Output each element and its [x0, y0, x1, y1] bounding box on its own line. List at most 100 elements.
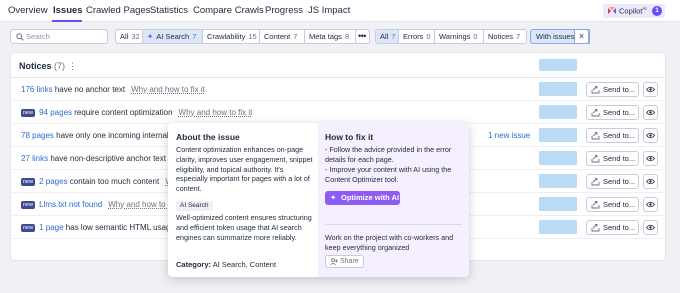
issue-text: has low semantic HTML usage: [65, 223, 175, 232]
send-arrow-icon: [591, 224, 600, 232]
fix-section: How to fix it - Follow the advice provid…: [318, 123, 469, 277]
eye-icon: [646, 86, 655, 93]
fix-title: How to fix it: [325, 132, 374, 142]
issue-link[interactable]: 1 page: [39, 223, 63, 232]
issue-link[interactable]: 94 pages: [39, 108, 72, 117]
eye-icon: [646, 201, 655, 208]
trend-sparkline: [539, 151, 577, 165]
issue-link[interactable]: 78 pages: [21, 131, 54, 140]
issue-link[interactable]: 2 pages: [39, 177, 67, 186]
view-issue-button[interactable]: [643, 128, 658, 143]
tab-progress[interactable]: Progress: [265, 5, 303, 16]
severity-filter-warnings[interactable]: Warnings 0: [435, 30, 484, 43]
severity-filter-notices[interactable]: Notices 7: [484, 30, 526, 43]
optimize-with-ai-button[interactable]: ✦ Optimize with AI: [325, 191, 400, 205]
tab-crawled-pages[interactable]: Crawled Pages: [86, 5, 150, 16]
issue-text: have no anchor text: [54, 85, 126, 94]
category-filter-all[interactable]: All 32: [116, 30, 143, 43]
severity-filter-all[interactable]: All 7: [376, 30, 399, 43]
severity-filter-errors[interactable]: Errors 0: [399, 30, 435, 43]
send-to-button[interactable]: Send to...: [586, 105, 639, 120]
why-and-how-link[interactable]: Why and how to fix it: [131, 85, 205, 94]
send-to-button[interactable]: Send to...: [586, 174, 639, 189]
new-badge: new: [21, 178, 36, 186]
eye-icon: [646, 109, 655, 116]
new-badge: new: [21, 109, 36, 117]
new-badge: new: [21, 201, 36, 209]
send-to-button[interactable]: Send to...: [586, 128, 639, 143]
send-to-button[interactable]: Send to...: [586, 220, 639, 235]
send-to-button[interactable]: Send to...: [586, 151, 639, 166]
copilot-label: CopilotAI: [619, 6, 647, 16]
trend-sparkline: [539, 197, 577, 211]
copilot-notification-badge: 1: [652, 6, 662, 16]
send-arrow-icon: [591, 178, 600, 186]
tab-overview[interactable]: Overview: [8, 5, 48, 16]
trend-header-bar: [539, 59, 577, 71]
trend-sparkline: [539, 105, 577, 119]
category-line: Category: AI Search, Content: [176, 260, 277, 269]
category-filter-meta-tags[interactable]: Meta tags 8: [305, 30, 355, 43]
close-icon[interactable]: ×: [574, 29, 589, 44]
category-filter-crawlability[interactable]: Crawlability 15: [203, 30, 260, 43]
issue-description: new 94 pages require content optimization…: [21, 108, 252, 117]
send-arrow-icon: [591, 201, 600, 209]
view-issue-button[interactable]: [643, 174, 658, 189]
search-input[interactable]: [26, 31, 104, 42]
send-to-label: Send to...: [603, 85, 636, 94]
send-to-button[interactable]: Send to...: [586, 82, 639, 97]
with-issues-label: With issues: [536, 32, 575, 41]
fix-step-2: - Improve your content with AI using the…: [325, 165, 452, 184]
send-arrow-icon: [591, 109, 600, 117]
view-issue-button[interactable]: [643, 151, 658, 166]
divider: [11, 77, 665, 78]
ai-search-text: Well-optimized content ensures structuri…: [176, 213, 312, 242]
issue-popover: About the issue Content optimization enh…: [168, 123, 469, 277]
new-issue-link[interactable]: 1 new issue: [488, 131, 530, 140]
search-box: [10, 29, 108, 44]
send-arrow-icon: [591, 155, 600, 163]
eye-icon: [646, 155, 655, 162]
table-row: 176 links have no anchor text Why and how…: [11, 79, 665, 101]
more-filters-button[interactable]: •••: [355, 29, 370, 44]
send-to-label: Send to...: [603, 200, 636, 209]
new-badge: new: [21, 224, 36, 232]
view-issue-button[interactable]: [643, 197, 658, 212]
trend-sparkline: [539, 220, 577, 234]
about-text: Content optimization enhances on-page cl…: [176, 145, 313, 194]
view-issue-button[interactable]: [643, 105, 658, 120]
share-button[interactable]: Share: [325, 255, 364, 268]
panel-menu-icon[interactable]: ⋮: [68, 61, 77, 71]
view-issue-button[interactable]: [643, 220, 658, 235]
send-to-button[interactable]: Send to...: [586, 197, 639, 212]
why-and-how-link[interactable]: Why and how to fix it: [179, 108, 253, 117]
send-to-label: Send to...: [603, 154, 636, 163]
tab-statistics[interactable]: Statistics: [150, 5, 188, 16]
send-arrow-icon: [591, 86, 600, 94]
trend-sparkline: [539, 82, 577, 96]
about-title: About the issue: [176, 132, 240, 142]
issue-text: contain too much content: [69, 177, 160, 186]
panel-title: Notices (7) ⋮: [19, 61, 78, 71]
tab-issues[interactable]: Issues: [53, 5, 83, 16]
category-filter-content[interactable]: Content 7: [260, 30, 305, 43]
cowork-text: Work on the project with co-workers and …: [325, 233, 454, 252]
about-section: About the issue Content optimization enh…: [168, 123, 318, 277]
copilot-button[interactable]: CopilotAI 1: [603, 4, 665, 18]
trend-sparkline: [539, 174, 577, 188]
trend-sparkline: [539, 128, 577, 142]
issue-link[interactable]: 176 links: [21, 85, 53, 94]
category-filter-group: All 32 ✦ AI Search 7 Crawlability 15 Content…: [115, 29, 369, 44]
view-issue-button[interactable]: [643, 82, 658, 97]
tab-compare-crawls[interactable]: Compare Crawls: [193, 5, 264, 16]
issue-text: require content optimization: [74, 108, 173, 117]
issue-link[interactable]: Llms.txt not found: [39, 200, 102, 209]
category-filter-ai-search[interactable]: ✦ AI Search 7: [143, 30, 203, 43]
issue-description: 78 pages have only one incoming internal…: [21, 131, 179, 140]
send-to-label: Send to...: [603, 177, 636, 186]
tab-js-impact[interactable]: JS Impact: [308, 5, 350, 16]
send-arrow-icon: [591, 132, 600, 140]
issue-link[interactable]: 27 links: [21, 154, 48, 163]
issue-description: 176 links have no anchor text Why and how…: [21, 85, 205, 94]
active-tab-indicator: [52, 20, 82, 22]
